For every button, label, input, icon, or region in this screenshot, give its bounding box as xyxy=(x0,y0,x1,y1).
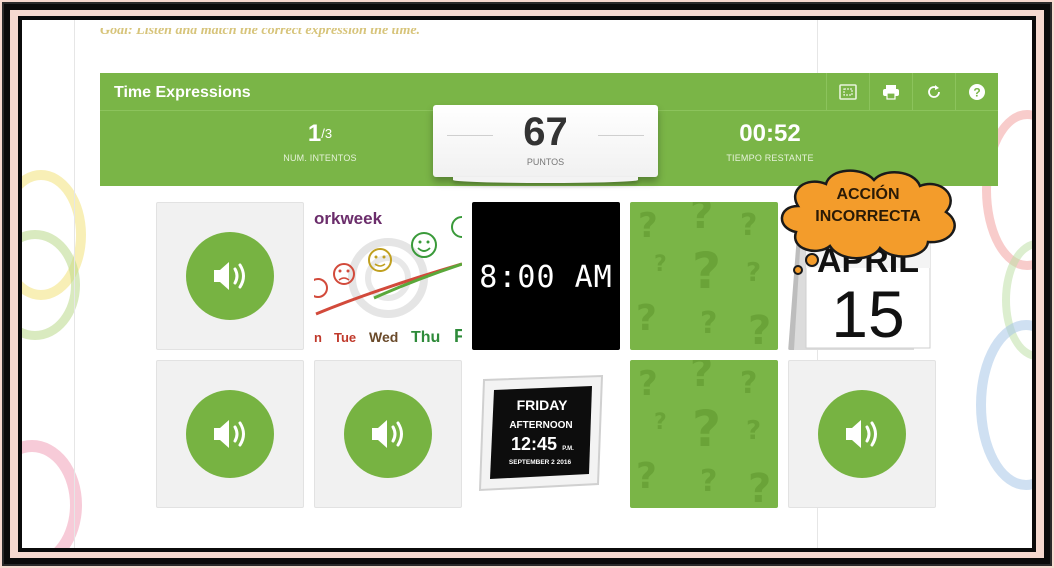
clock-time: 8:00 AM xyxy=(479,260,613,295)
fullscreen-button[interactable] xyxy=(826,73,869,111)
restart-button[interactable] xyxy=(912,73,955,111)
frame-period: AFTERNOON xyxy=(509,420,572,431)
workweek-mood-image: orkweek n Tue Wed Thu F xyxy=(314,209,462,346)
speaker-icon xyxy=(818,390,906,478)
frame-time: 12:45 xyxy=(511,434,557,454)
clock-image-card[interactable]: 8:00 AM xyxy=(472,202,620,350)
score-value: 67 xyxy=(523,110,568,154)
attempts-label: NUM. INTENTOS xyxy=(283,153,357,163)
time-label: TIEMPO RESTANTE xyxy=(726,153,814,163)
calendar-day: 15 xyxy=(831,277,904,350)
incorrect-action-callout: ACCIÓN INCORRECTA xyxy=(768,166,968,275)
feedback-line: ACCIÓN xyxy=(836,186,900,203)
audio-card[interactable] xyxy=(314,360,462,508)
help-icon: ? xyxy=(969,84,985,100)
score-card: 67 PUNTOS xyxy=(433,105,658,183)
frame-date: SEPTEMBER 2 2016 xyxy=(509,459,572,466)
attempts-total: /3 xyxy=(321,126,333,141)
feedback-text: ACCIÓN INCORRECTA xyxy=(768,184,968,228)
print-button[interactable] xyxy=(869,73,912,111)
day-label: Tue xyxy=(334,330,356,345)
help-button[interactable]: ? xyxy=(955,73,998,111)
time-remaining: 00:52 TIEMPO RESTANTE xyxy=(690,120,850,164)
game-title: Time Expressions xyxy=(114,84,251,101)
svg-text:?: ? xyxy=(973,86,980,100)
digital-clock-image-card[interactable]: FRIDAY AFTERNOON 12:45 P.M. SEPTEMBER 2 … xyxy=(472,360,620,508)
restart-icon xyxy=(928,85,940,98)
decorative-loop xyxy=(976,320,1032,490)
hidden-card[interactable]: ? ? ? ? ? ? ? ? ? xyxy=(630,360,778,508)
audio-card[interactable] xyxy=(156,202,304,350)
workweek-title: orkweek xyxy=(314,209,383,228)
hidden-card[interactable]: ? ? ? ? ? ? ? ? ? xyxy=(630,202,778,350)
day-label: Thu xyxy=(411,329,440,346)
fullscreen-icon xyxy=(839,84,857,100)
speaker-icon xyxy=(186,390,274,478)
feedback-line: INCORRECTA xyxy=(815,208,921,225)
score-label: PUNTOS xyxy=(526,157,565,167)
audio-card[interactable] xyxy=(156,360,304,508)
audio-card[interactable] xyxy=(788,360,936,508)
question-pattern: ? ? ? ? ? ? ? ? ? xyxy=(636,360,772,508)
decorative-loop xyxy=(22,440,82,548)
day-label: n xyxy=(314,330,322,345)
time-value: 00:52 xyxy=(739,120,801,147)
day-label: F xyxy=(454,326,462,346)
question-pattern: ? ? ? ? ? ? ? ? ? xyxy=(636,202,772,350)
day-label: Wed xyxy=(369,329,398,345)
content-frame: Goal: Listen and match the correct expre… xyxy=(18,16,1036,552)
digital-calendar-clock-image: FRIDAY AFTERNOON 12:45 P.M. SEPTEMBER 2 … xyxy=(478,374,604,492)
attempts-value: 1/3 xyxy=(307,120,333,147)
toolbar: ? xyxy=(826,73,998,111)
attempts-counter: 1/3 NUM. INTENTOS xyxy=(250,120,390,164)
workweek-image-card[interactable]: orkweek n Tue Wed Thu F xyxy=(314,202,462,350)
frame-ampm: P.M. xyxy=(562,446,574,452)
frame-day: FRIDAY xyxy=(517,397,568,413)
speaker-icon xyxy=(186,232,274,320)
goal-instructions: Goal: Listen and match the correct expre… xyxy=(100,28,421,38)
speaker-icon xyxy=(344,390,432,478)
print-icon xyxy=(883,85,899,100)
